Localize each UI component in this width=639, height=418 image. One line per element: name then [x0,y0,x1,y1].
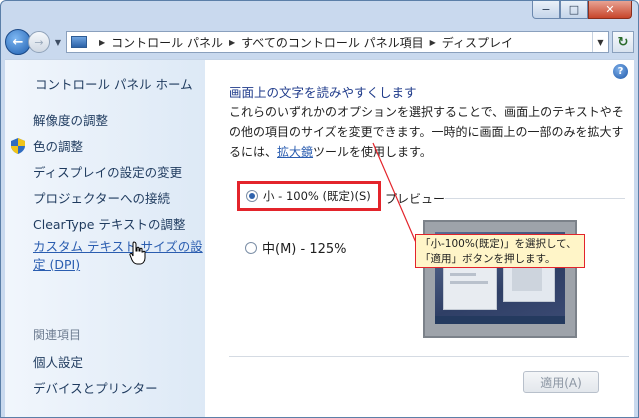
option-small-label: 小 - 100% (既定)(S) [263,189,371,203]
address-history-dropdown[interactable]: ▼ [592,32,608,52]
radio-option-medium[interactable]: 中(M) - 125% [245,238,346,257]
related-items-heading: 関連項目 [33,328,82,342]
address-bar[interactable]: ▶ コントロール パネル ▶ すべてのコントロール パネル項目 ▶ ディスプレイ… [66,31,609,53]
chevron-right-icon[interactable]: ▶ [430,38,436,47]
radio-selected-icon[interactable] [246,190,258,202]
sidebar-item-display-settings[interactable]: ディスプレイの設定の変更 [33,162,182,181]
sidebar-item-resolution[interactable]: 解像度の調整 [33,110,108,129]
instruction-callout: 「小-100%(既定)」を選択して、 「適用」ボタンを押します。 [415,234,585,268]
breadcrumb-display[interactable]: ディスプレイ [442,34,513,51]
page-title: 画面上の文字を読みやすくします [229,85,417,100]
left-task-pane: コントロール パネル ホーム 解像度の調整 色の調整 ディスプレイの設定の変更 … [5,59,205,417]
hand-cursor-icon [129,241,146,265]
preview-divider [445,198,625,199]
help-icon[interactable]: ? [613,64,628,79]
radio-unselected-icon[interactable] [245,241,257,254]
navigation-bar: ← → ▼ ▶ コントロール パネル ▶ すべてのコントロール パネル項目 ▶ … [5,27,634,57]
sidebar-item-projector[interactable]: プロジェクターへの接続 [33,188,170,207]
page-description: これらのいずれかのオプションを選択することで、画面上のテキストやその他の項目のサ… [229,105,624,159]
sidebar-item-devices-printers[interactable]: デバイスとプリンター [33,378,158,397]
sidebar-item-cleartype[interactable]: ClearType テキストの調整 [33,214,186,233]
apply-button[interactable]: 適用(A) [523,371,599,393]
maximize-button[interactable]: □ [560,1,588,19]
control-panel-home-link[interactable]: コントロール パネル ホーム [35,74,193,93]
window-caption-buttons: − □ ✕ [532,1,632,19]
content-divider [229,356,629,357]
control-panel-window: − □ ✕ ← → ▼ ▶ コントロール パネル ▶ すべてのコントロール パネ… [0,0,639,418]
sidebar-item-personalization[interactable]: 個人設定 [33,352,83,371]
radio-option-small[interactable]: 小 - 100% (既定)(S) [237,181,381,211]
uac-shield-icon [11,138,25,154]
magnifier-link[interactable]: 拡大鏡 [277,145,313,159]
sidebar-item-color[interactable]: 色の調整 [33,136,83,155]
forward-button[interactable]: → [28,31,50,53]
chevron-right-icon[interactable]: ▶ [229,38,235,47]
callout-pointer [372,142,418,246]
control-panel-icon [71,36,87,48]
custom-text-size-link[interactable]: カスタム テキスト サイズの設定 (DPI) [33,238,203,274]
refresh-button[interactable]: ↻ [612,31,634,53]
minimize-button[interactable]: − [532,1,560,19]
breadcrumb-control-panel[interactable]: コントロール パネル [111,34,223,51]
chevron-right-icon[interactable]: ▶ [99,38,105,47]
option-medium-label: 中(M) - 125% [262,242,347,257]
recent-pages-dropdown[interactable]: ▼ [52,38,64,47]
breadcrumb-all-items[interactable]: すべてのコントロール パネル項目 [241,34,424,51]
close-button[interactable]: ✕ [588,1,632,19]
